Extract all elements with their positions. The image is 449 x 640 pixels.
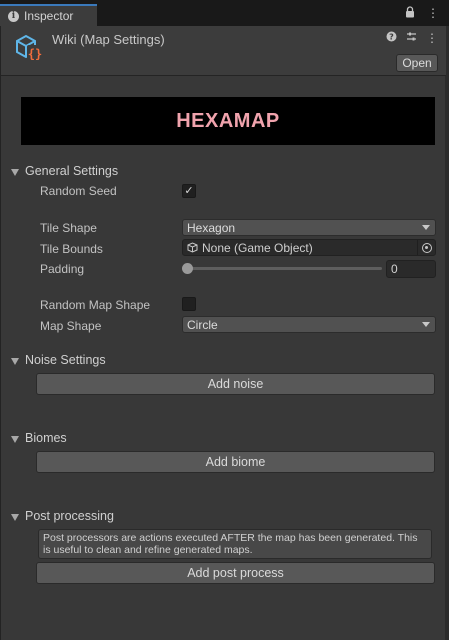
foldout-arrow-icon[interactable] xyxy=(11,514,19,521)
info-icon: i xyxy=(8,10,19,22)
open-button[interactable]: Open xyxy=(396,54,438,72)
more-icon[interactable]: ⋮ xyxy=(427,6,439,21)
scriptable-object-icon: {} xyxy=(16,34,43,61)
tile-bounds-label: Tile Bounds xyxy=(40,242,103,256)
add-noise-button[interactable]: Add noise xyxy=(36,373,435,395)
game-object-icon xyxy=(187,242,198,253)
tile-bounds-value: None (Game Object) xyxy=(202,240,313,255)
padding-label: Padding xyxy=(40,262,85,276)
checkmark-icon: ✓ xyxy=(184,184,194,197)
more-icon[interactable]: ⋮ xyxy=(426,31,438,45)
add-biome-button[interactable]: Add biome xyxy=(36,451,435,473)
random-seed-checkbox[interactable]: ✓ xyxy=(182,184,196,198)
padding-slider-track[interactable] xyxy=(186,267,382,270)
map-shape-label: Map Shape xyxy=(40,319,102,333)
section-general-settings[interactable]: General Settings xyxy=(25,164,118,178)
svg-text:{}: {} xyxy=(28,47,42,61)
foldout-arrow-icon[interactable] xyxy=(11,358,19,365)
random-seed-label: Random Seed xyxy=(40,184,117,198)
padding-input[interactable]: 0 xyxy=(386,260,436,278)
random-map-shape-checkbox[interactable] xyxy=(182,297,196,311)
padding-slider-thumb[interactable] xyxy=(182,263,193,274)
tile-shape-dropdown[interactable]: Hexagon xyxy=(182,219,436,236)
map-shape-dropdown[interactable]: Circle xyxy=(182,316,436,333)
scrollbar[interactable] xyxy=(445,26,449,640)
section-noise-settings[interactable]: Noise Settings xyxy=(25,353,106,367)
asset-title: Wiki (Map Settings) xyxy=(52,32,165,47)
tile-bounds-field[interactable]: None (Game Object) xyxy=(182,239,436,256)
object-picker-icon xyxy=(421,242,432,253)
section-post-processing[interactable]: Post processing xyxy=(25,509,114,523)
map-shape-value: Circle xyxy=(187,317,218,332)
foldout-arrow-icon[interactable] xyxy=(11,169,19,176)
hexamap-banner: HEXAMAP xyxy=(21,97,435,145)
dropdown-arrow-icon xyxy=(422,225,430,230)
tab-inspector[interactable]: i Inspector xyxy=(0,4,97,26)
section-biomes[interactable]: Biomes xyxy=(25,431,67,445)
tab-title: Inspector xyxy=(24,9,74,23)
inspector-header: {} Wiki (Map Settings) ? ⋮ Open xyxy=(1,26,446,76)
post-processing-help-box: Post processors are actions executed AFT… xyxy=(38,529,432,559)
tile-shape-label: Tile Shape xyxy=(40,221,97,235)
tab-bar: i Inspector ⋮ xyxy=(0,0,449,26)
banner-text: HEXAMAP xyxy=(176,109,280,132)
lock-icon[interactable] xyxy=(405,6,415,21)
tab-actions: ⋮ xyxy=(405,6,439,21)
help-icon[interactable]: ? xyxy=(386,31,397,45)
object-picker-button[interactable] xyxy=(417,240,435,255)
tile-shape-value: Hexagon xyxy=(187,220,236,235)
header-icons: ? ⋮ xyxy=(386,31,438,45)
inspector-panel: {} Wiki (Map Settings) ? ⋮ Open HEXAMAP … xyxy=(0,26,446,640)
preset-icon[interactable] xyxy=(406,31,417,45)
foldout-arrow-icon[interactable] xyxy=(11,436,19,443)
add-post-process-button[interactable]: Add post process xyxy=(36,562,435,584)
dropdown-arrow-icon xyxy=(422,322,430,327)
svg-text:?: ? xyxy=(389,33,394,42)
random-map-shape-label: Random Map Shape xyxy=(40,298,151,312)
